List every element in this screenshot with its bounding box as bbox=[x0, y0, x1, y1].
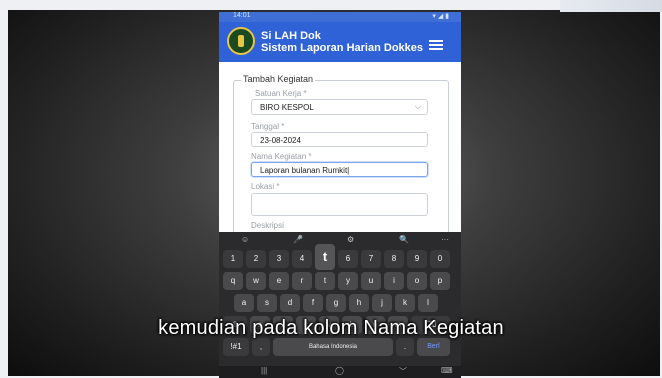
emoji-icon[interactable]: ☺ bbox=[241, 235, 249, 244]
tanggal-label: Tanggal * bbox=[251, 122, 285, 131]
app-title: Si LAH Dok Sistem Laporan Harian Dokkes bbox=[261, 30, 423, 54]
satuan-select[interactable]: BIRO KESPOL ⌵ bbox=[251, 99, 428, 115]
key-g[interactable]: g bbox=[326, 294, 346, 312]
key-s[interactable]: s bbox=[257, 294, 277, 312]
key-t[interactable]: t bbox=[315, 272, 335, 290]
key-d[interactable]: d bbox=[280, 294, 300, 312]
key-h[interactable]: h bbox=[349, 294, 369, 312]
key-f[interactable]: f bbox=[303, 294, 323, 312]
key-0[interactable]: 0 bbox=[430, 250, 450, 268]
app-logo bbox=[227, 27, 255, 55]
enter-key[interactable]: Berl bbox=[417, 338, 450, 356]
nama-kegiatan-input[interactable]: Laporan bulanan Rumkit| bbox=[251, 162, 428, 177]
key-l[interactable]: l bbox=[418, 294, 438, 312]
onscreen-keyboard: ☺ 🎤 ⚙ 🔍 ··· 1 2 3 4 5 6 7 8 9 0 q w e r … bbox=[219, 232, 461, 378]
key-4[interactable]: 4 bbox=[292, 250, 312, 268]
key-2[interactable]: 2 bbox=[246, 250, 266, 268]
key-i[interactable]: i bbox=[384, 272, 404, 290]
key-9[interactable]: 9 bbox=[407, 250, 427, 268]
status-time: 14:01 bbox=[233, 12, 251, 19]
navigation-bar: ||| ◯ ﹀ ⌨ bbox=[219, 366, 461, 378]
key-q[interactable]: q bbox=[223, 272, 243, 290]
app-bar: Si LAH Dok Sistem Laporan Harian Dokkes bbox=[219, 22, 461, 62]
key-popup: t bbox=[315, 244, 335, 270]
nama-value: Laporan bulanan Rumkit| bbox=[260, 166, 350, 175]
key-r[interactable]: r bbox=[292, 272, 312, 290]
key-3[interactable]: 3 bbox=[269, 250, 289, 268]
deskripsi-label: Deskripsi bbox=[251, 221, 284, 230]
key-8[interactable]: 8 bbox=[384, 250, 404, 268]
key-a[interactable]: a bbox=[234, 294, 254, 312]
satuan-label: Satuan Kerja * bbox=[255, 89, 307, 98]
key-7[interactable]: 7 bbox=[361, 250, 381, 268]
nama-label: Nama Kegiatan * bbox=[251, 152, 312, 161]
key-k[interactable]: k bbox=[395, 294, 415, 312]
tanggal-input[interactable]: 23-08-2024 bbox=[251, 132, 428, 147]
period-key[interactable]: . bbox=[396, 338, 414, 356]
symbols-key[interactable]: !#1 bbox=[223, 338, 249, 356]
keyboard-icon[interactable]: ⌨ bbox=[441, 366, 453, 375]
key-y[interactable]: y bbox=[338, 272, 358, 290]
key-j[interactable]: j bbox=[372, 294, 392, 312]
key-o[interactable]: o bbox=[407, 272, 427, 290]
chevron-down-icon: ⌵ bbox=[414, 102, 421, 111]
key-p[interactable]: p bbox=[430, 272, 450, 290]
app-title-line2: Sistem Laporan Harian Dokkes bbox=[261, 42, 424, 54]
key-e[interactable]: e bbox=[269, 272, 289, 290]
lokasi-input[interactable] bbox=[251, 193, 428, 216]
keyboard-toolbar: ☺ 🎤 ⚙ 🔍 ··· bbox=[219, 232, 461, 248]
key-w[interactable]: w bbox=[246, 272, 266, 290]
status-icons: ▾ ◢ ▮ bbox=[432, 13, 449, 20]
key-u[interactable]: u bbox=[361, 272, 381, 290]
app-title-line1: Si LAH Dok bbox=[261, 30, 321, 42]
search-icon[interactable]: 🔍 bbox=[399, 235, 409, 244]
key-6[interactable]: 6 bbox=[338, 250, 358, 268]
home-icon[interactable]: ◯ bbox=[335, 366, 344, 375]
status-bar: 14:01 ▾ ◢ ▮ bbox=[219, 12, 461, 22]
recent-apps-icon[interactable]: ||| bbox=[261, 366, 267, 375]
comma-key[interactable]: , bbox=[252, 338, 270, 356]
microphone-icon[interactable]: 🎤 bbox=[293, 235, 303, 244]
video-subtitle: kemudian pada kolom Nama Kegiatan bbox=[158, 317, 504, 339]
settings-icon[interactable]: ⚙ bbox=[347, 235, 354, 244]
back-icon[interactable]: ﹀ bbox=[399, 366, 407, 377]
lokasi-label: Lokasi * bbox=[251, 182, 280, 191]
satuan-value: BIRO KESPOL bbox=[260, 103, 314, 112]
key-1[interactable]: 1 bbox=[223, 250, 243, 268]
space-key[interactable]: Bahasa Indonesia bbox=[273, 338, 393, 356]
more-icon[interactable]: ··· bbox=[441, 235, 449, 244]
form-legend: Tambah Kegiatan bbox=[241, 74, 316, 84]
tanggal-value: 23-08-2024 bbox=[260, 136, 301, 145]
top-strip bbox=[560, 0, 662, 12]
hamburger-menu-icon[interactable] bbox=[429, 40, 443, 50]
